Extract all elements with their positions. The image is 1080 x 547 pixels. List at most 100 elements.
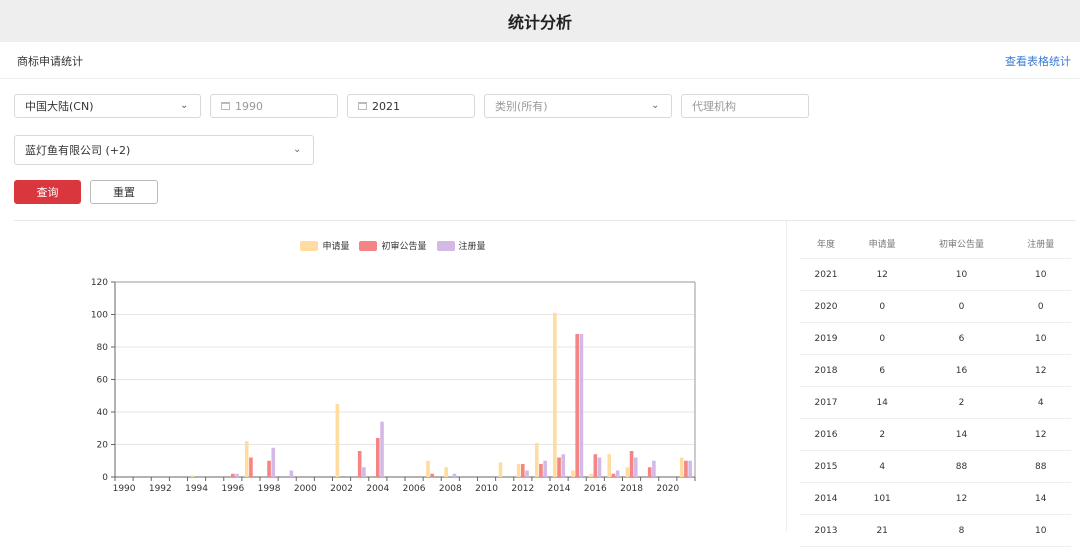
x-tick-label: 2002 [330, 484, 353, 494]
agency-placeholder: 代理机构 [692, 100, 736, 113]
table-row: 2016 2 14 12 [800, 418, 1071, 451]
table-cell: 2013 [800, 514, 852, 547]
table-cell: 12 [1010, 354, 1071, 387]
chevron-down-icon: ⌄ [293, 144, 302, 155]
vertical-divider [786, 221, 787, 532]
table-cell: 10 [1010, 514, 1071, 547]
bar [611, 473, 616, 477]
table-cell: 14 [912, 418, 1011, 451]
table-cell: 12 [851, 258, 913, 291]
year-from-input[interactable]: 1990 [210, 94, 338, 118]
company-select[interactable]: 蓝灯鱼有限公司 (+2) ⌄ [14, 135, 314, 165]
bar [267, 460, 271, 477]
x-tick-label: 2014 [548, 484, 571, 494]
y-tick-label: 0 [102, 473, 108, 483]
year-to-input[interactable]: 2021 [347, 94, 475, 118]
bar [444, 467, 448, 477]
bar [625, 467, 630, 477]
x-tick-label: 2008 [439, 484, 462, 494]
bar [430, 473, 434, 477]
table-row: 2018 6 16 12 [800, 354, 1071, 387]
region-select-value: 中国大陆(CN) [25, 100, 94, 113]
table-cell: 14 [851, 386, 913, 419]
bar [335, 403, 340, 477]
y-tick-label: 20 [97, 441, 109, 451]
table-cell: 2021 [800, 258, 852, 291]
table-cell: 10 [1010, 322, 1071, 355]
table-cell: 10 [1010, 258, 1071, 291]
table-cell: 12 [1010, 418, 1071, 451]
x-tick-label: 2004 [366, 484, 389, 494]
bar [629, 451, 634, 477]
bar [607, 454, 612, 477]
bar [190, 475, 195, 477]
divider [14, 220, 1076, 221]
bar [357, 451, 362, 477]
x-tick-label: 2018 [620, 484, 643, 494]
bar [525, 470, 529, 477]
x-tick-label: 1992 [149, 484, 172, 494]
chart-plot: 0 20 40 60 80 100 120 1990 1992 1994 1996 1998 2000 2… [91, 278, 696, 494]
region-select[interactable]: 中国大陆(CN) ⌄ [14, 94, 201, 118]
query-button[interactable]: 查询 [14, 180, 81, 204]
x-tick-label: 2020 [656, 484, 679, 494]
bar [684, 460, 688, 477]
table-row: 2014 101 12 14 [800, 482, 1071, 515]
x-tick-label: 2006 [403, 484, 426, 494]
table-cell: 0 [851, 322, 913, 355]
bar [579, 334, 584, 477]
stats-table: 年度 申请量 初审公告量 注册量 2021 12 10 10 2020 0 0 0 2019 0 6… [800, 228, 1071, 547]
company-select-value: 蓝灯鱼有限公司 (+2) [25, 144, 131, 157]
table-cell: 0 [851, 290, 913, 323]
table-cell: 2 [851, 418, 913, 451]
x-tick-label: 2016 [584, 484, 607, 494]
column-header: 初审公告量 [912, 228, 1011, 259]
bar [571, 470, 575, 477]
bar [521, 464, 525, 477]
bar [231, 473, 235, 477]
bar [543, 460, 547, 477]
table-cell: 14 [1010, 482, 1071, 515]
bar [271, 447, 276, 477]
category-select[interactable]: 类别(所有) ⌄ [484, 94, 672, 118]
bar [498, 462, 503, 477]
section-bar: 商标申请统计 查看表格统计 [0, 42, 1080, 79]
bar [516, 464, 521, 477]
bar [589, 473, 593, 477]
table-row: 2019 0 6 10 [800, 322, 1071, 355]
bar [289, 470, 294, 477]
chevron-down-icon: ⌄ [651, 100, 660, 111]
bar [452, 473, 457, 477]
table-row: 2015 4 88 88 [800, 450, 1071, 483]
bar [235, 473, 239, 477]
chevron-down-icon: ⌄ [180, 100, 189, 111]
x-tick-label: 1998 [258, 484, 281, 494]
table-header-row: 年度 申请量 初审公告量 注册量 [800, 228, 1071, 259]
bar [244, 441, 249, 477]
x-tick-label: 1994 [185, 484, 208, 494]
bar [376, 438, 380, 477]
column-header: 申请量 [851, 228, 913, 259]
bar-chart: 申请量 初审公告量 注册量 0 20 40 60 80 100 120 1990 1992 199… [0, 222, 786, 532]
table-cell: 2018 [800, 354, 852, 387]
table-row: 2013 21 8 10 [800, 514, 1071, 547]
table-cell: 2014 [800, 482, 852, 515]
bar [426, 460, 430, 477]
bar [593, 454, 598, 477]
table-cell: 2015 [800, 450, 852, 483]
view-table-link[interactable]: 查看表格统计 [1005, 53, 1071, 69]
column-header: 年度 [800, 228, 852, 259]
agency-input[interactable]: 代理机构 [681, 94, 809, 118]
reset-button[interactable]: 重置 [90, 180, 158, 204]
section-label: 商标申请统计 [17, 55, 83, 68]
table-cell: 4 [851, 450, 913, 483]
y-tick-label: 80 [97, 343, 109, 353]
table-cell: 4 [1010, 386, 1071, 419]
bar [688, 460, 692, 477]
table-cell: 21 [851, 514, 913, 547]
y-tick-label: 120 [91, 278, 108, 288]
table-cell: 16 [912, 354, 1011, 387]
page-title: 统计分析 [507, 13, 572, 32]
y-tick-label: 60 [97, 376, 109, 386]
y-tick-label: 40 [97, 408, 109, 418]
